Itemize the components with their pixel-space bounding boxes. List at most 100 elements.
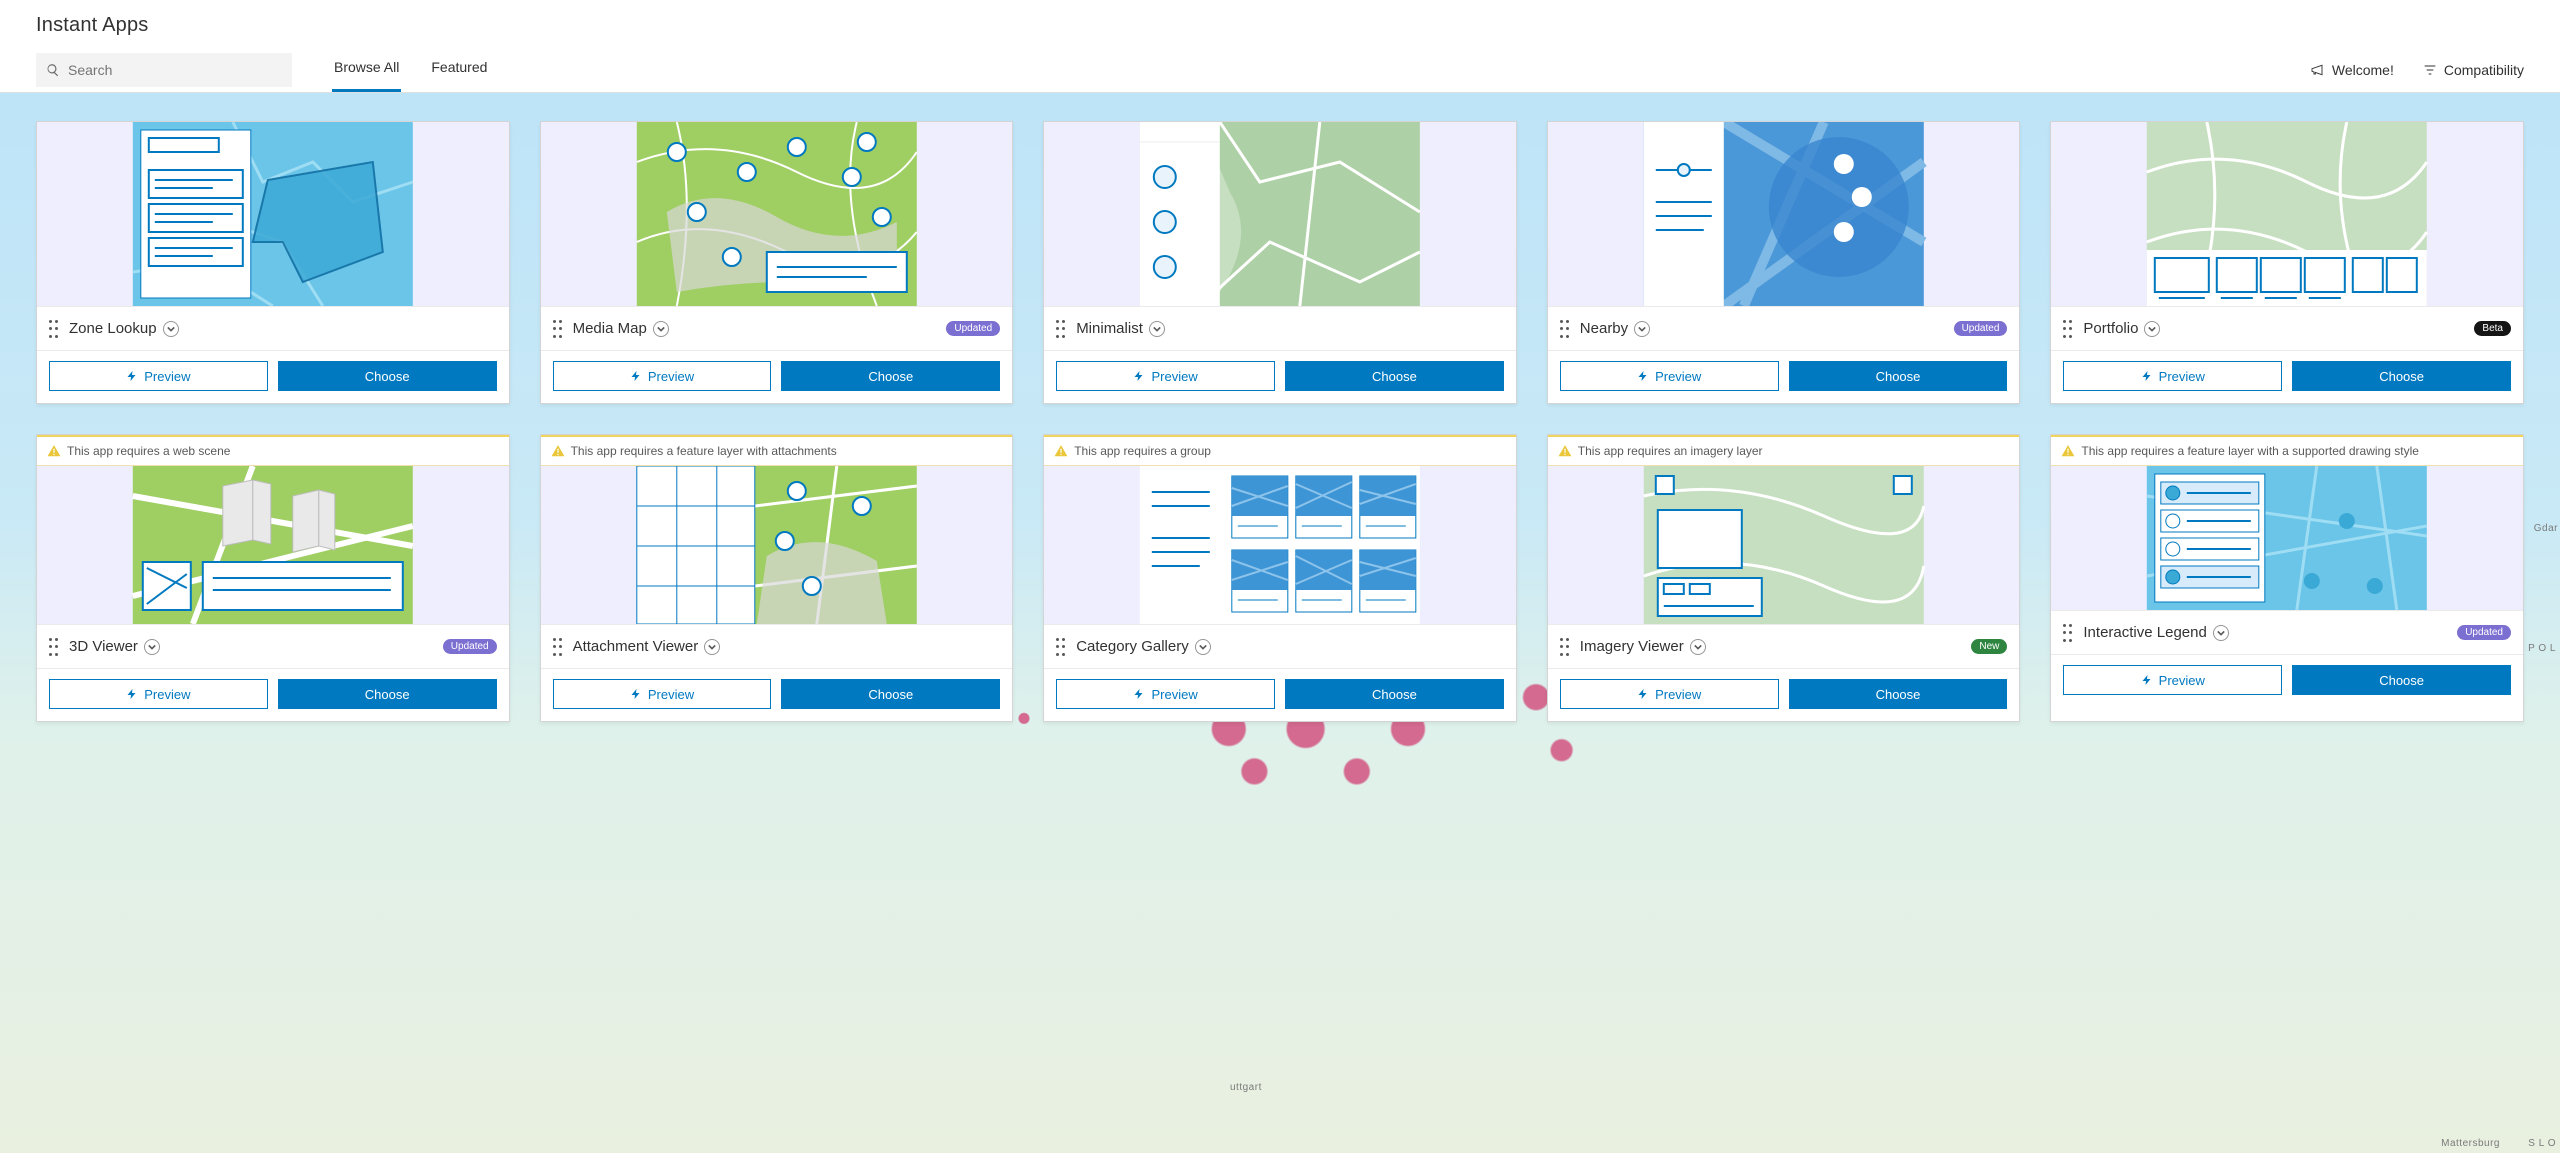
filter-icon [2422,62,2438,78]
map-label-slo: S L O [2528,1138,2556,1149]
compatibility-label: Compatibility [2444,62,2524,78]
search-box[interactable] [36,53,292,87]
expand-button[interactable] [1634,321,1650,337]
badge-new: New [1971,639,2007,654]
welcome-link[interactable]: Welcome! [2310,62,2394,78]
thumb-imagery-viewer [1548,466,2020,624]
choose-button[interactable]: Choose [1789,361,2008,391]
expand-button[interactable] [1149,321,1165,337]
preview-button[interactable]: Preview [2063,361,2282,391]
drag-handle-icon[interactable] [1560,320,1574,338]
card-zone-lookup: Zone Lookup Preview Choose [36,121,510,404]
preview-button[interactable]: Preview [49,361,268,391]
card-actions: Preview Choose [2051,350,2523,403]
preview-button[interactable]: Preview [553,679,772,709]
choose-button[interactable]: Choose [1789,679,2008,709]
preview-button[interactable]: Preview [1056,679,1275,709]
card-minimalist: Minimalist Preview Choose [1043,121,1517,404]
card-actions: Preview Choose [37,668,509,721]
drag-handle-icon[interactable] [553,320,567,338]
card-title-row: Portfolio Beta [2051,306,2523,350]
card-attachment-viewer: This app requires a feature layer with a… [540,434,1014,722]
card-warning: This app requires an imagery layer [1548,435,2020,466]
thumb-3d-viewer [37,466,509,624]
choose-button[interactable]: Choose [2292,665,2511,695]
card-warning: This app requires a web scene [37,435,509,466]
header: Instant Apps [0,0,2560,37]
search-icon [46,63,60,77]
warning-icon [551,444,565,458]
choose-button[interactable]: Choose [781,679,1000,709]
warning-text: This app requires a feature layer with a… [571,444,837,458]
card-actions: Preview Choose [2051,654,2523,707]
expand-button[interactable] [144,639,160,655]
expand-button[interactable] [653,321,669,337]
preview-button[interactable]: Preview [1056,361,1275,391]
card-title-row: Zone Lookup [37,306,509,350]
badge-updated: Updated [1954,321,2008,336]
choose-button[interactable]: Choose [781,361,1000,391]
drag-handle-icon[interactable] [2063,320,2077,338]
expand-button[interactable] [163,321,179,337]
tab-featured[interactable]: Featured [429,47,489,92]
card-title: Imagery Viewer [1580,638,1684,655]
expand-button[interactable] [2144,321,2160,337]
preview-button[interactable]: Preview [553,361,772,391]
preview-button[interactable]: Preview [2063,665,2282,695]
card-title-row: Media Map Updated [541,306,1013,350]
badge-updated: Updated [2457,625,2511,640]
map-label-gdar: Gdar [2534,523,2558,534]
drag-handle-icon[interactable] [2063,624,2077,642]
expand-button[interactable] [1195,639,1211,655]
drag-handle-icon[interactable] [553,638,567,656]
card-title: Minimalist [1076,320,1143,337]
card-actions: Preview Choose [37,350,509,403]
choose-button[interactable]: Choose [1285,679,1504,709]
choose-button[interactable]: Choose [278,679,497,709]
map-panel: IRELAND Gothenburg Bremen Nottingham Gda… [0,93,2560,1153]
tabs: Browse All Featured [332,47,489,92]
warning-text: This app requires a feature layer with a… [2081,444,2419,458]
page-title: Instant Apps [36,14,2524,37]
map-label-uttgart: uttgart [1230,1082,1262,1093]
tab-browse-all[interactable]: Browse All [332,47,401,92]
card-warning: This app requires a group [1044,435,1516,466]
choose-button[interactable]: Choose [278,361,497,391]
drag-handle-icon[interactable] [1056,638,1070,656]
drag-handle-icon[interactable] [49,320,63,338]
card-title: Zone Lookup [69,320,157,337]
preview-button[interactable]: Preview [1560,361,1779,391]
card-nearby: Nearby Updated Preview Choose [1547,121,2021,404]
thumb-minimalist [1044,122,1516,306]
card-title: Category Gallery [1076,638,1189,655]
badge-beta: Beta [2474,321,2511,336]
card-actions: Preview Choose [1044,668,1516,721]
warning-icon [47,444,61,458]
preview-button[interactable]: Preview [1560,679,1779,709]
app-grid: Zone Lookup Preview Choose [36,121,2524,722]
card-title: Portfolio [2083,320,2138,337]
expand-button[interactable] [704,639,720,655]
drag-handle-icon[interactable] [1560,638,1574,656]
card-title-row: Category Gallery [1044,624,1516,668]
expand-button[interactable] [2213,625,2229,641]
card-portfolio: Portfolio Beta Preview Choose [2050,121,2524,404]
card-actions: Preview Choose [1044,350,1516,403]
expand-button[interactable] [1690,639,1706,655]
preview-button[interactable]: Preview [49,679,268,709]
search-input[interactable] [68,62,282,78]
welcome-label: Welcome! [2332,62,2394,78]
choose-button[interactable]: Choose [1285,361,1504,391]
drag-handle-icon[interactable] [1056,320,1070,338]
warning-text: This app requires a web scene [67,444,230,458]
warning-text: This app requires a group [1074,444,1211,458]
map-label-pol: P O L [2528,643,2556,654]
card-interactive-legend: This app requires a feature layer with a… [2050,434,2524,722]
choose-button[interactable]: Choose [2292,361,2511,391]
warning-icon [1558,444,1572,458]
thumb-attachment-viewer [541,466,1013,624]
badge-updated: Updated [946,321,1000,336]
card-title-row: Interactive Legend Updated [2051,610,2523,654]
drag-handle-icon[interactable] [49,638,63,656]
compatibility-link[interactable]: Compatibility [2422,62,2524,78]
